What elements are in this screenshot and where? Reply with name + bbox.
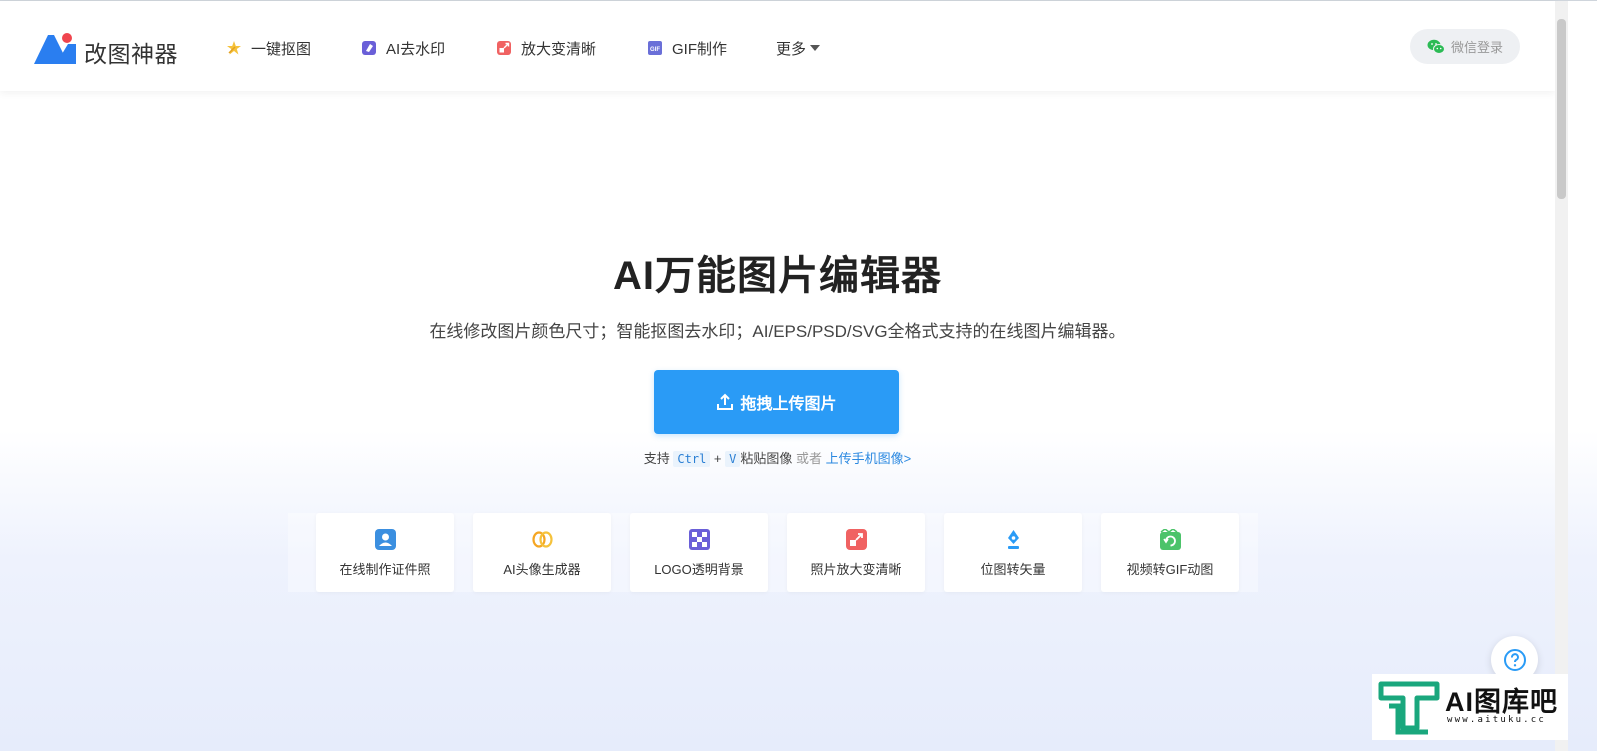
ctrl-key: Ctrl — [673, 451, 711, 467]
nav-label: 一键抠图 — [251, 40, 312, 58]
nav-label: AI去水印 — [386, 40, 446, 58]
brand-logo-icon[interactable] — [34, 31, 78, 65]
avatar-swap-icon — [532, 531, 553, 548]
tool-label: 位图转矢量 — [980, 562, 1046, 577]
tool-bitmap-to-vector[interactable]: 位图转矢量 — [944, 513, 1082, 592]
upload-label: 拖拽上传图片 — [740, 396, 837, 413]
tool-logo-transparent[interactable]: LOGO透明背景 — [630, 513, 768, 592]
checkerboard-icon — [689, 529, 710, 550]
tool-label: AI头像生成器 — [503, 562, 581, 577]
upload-mobile-link[interactable]: 上传手机图像> — [826, 451, 912, 466]
upload-icon — [717, 393, 734, 410]
watermark-logo-icon — [1378, 681, 1440, 735]
tool-ai-avatar[interactable]: AI头像生成器 — [473, 513, 611, 592]
nav-upscale[interactable]: 放大变清晰 — [496, 37, 596, 59]
site-watermark: AI图库吧 www.aituku.cc — [1372, 674, 1568, 740]
enlarge-icon — [497, 41, 511, 55]
nav-one-click-cutout[interactable]: 一键抠图 — [226, 37, 311, 59]
tool-label: LOGO透明背景 — [654, 562, 744, 577]
nav-gif-maker[interactable]: GIF GIF制作 — [647, 37, 727, 59]
tool-video-to-gif[interactable]: 视频转GIF动图 — [1101, 513, 1239, 592]
video-gif-icon — [1160, 529, 1181, 550]
chevron-down-icon — [810, 45, 821, 51]
tool-label: 照片放大变清晰 — [810, 562, 902, 577]
v-key: V — [725, 451, 741, 467]
gif-icon: GIF — [648, 41, 662, 55]
eraser-icon — [362, 41, 376, 55]
nav-label: 更多 — [776, 40, 807, 58]
brand-name[interactable]: 改图神器 — [84, 35, 178, 69]
drag-upload-button[interactable]: 拖拽上传图片 — [654, 370, 899, 434]
enlarge-icon — [846, 529, 867, 550]
svg-text:GIF: GIF — [650, 47, 660, 53]
tool-label: 在线制作证件照 — [339, 562, 431, 577]
or-text: 或者 — [796, 451, 823, 466]
tool-photo-upscale[interactable]: 照片放大变清晰 — [787, 513, 925, 592]
wechat-login-button[interactable]: 微信登录 — [1410, 29, 1520, 64]
watermark-title: AI图库吧 — [1445, 687, 1558, 717]
site-header: 改图神器 一键抠图 AI去水印 放大变清晰 GIF GIF制作 更多 微信登录 — [0, 1, 1555, 91]
watermark-url: www.aituku.cc — [1447, 715, 1547, 725]
vertical-scrollbar[interactable] — [1555, 1, 1568, 751]
tool-label: 视频转GIF动图 — [1126, 562, 1214, 577]
wechat-icon — [1427, 39, 1445, 54]
id-photo-icon — [375, 529, 396, 550]
login-label: 微信登录 — [1450, 40, 1503, 55]
nav-more[interactable]: 更多 — [776, 37, 821, 59]
question-icon — [1503, 648, 1526, 671]
plus-sign: + — [713, 451, 722, 466]
paste-text: 粘贴图像 — [740, 451, 793, 466]
tool-id-photo[interactable]: 在线制作证件照 — [316, 513, 454, 592]
paste-hint: 支持 Ctrl + V 粘贴图像 或者 上传手机图像> — [0, 448, 1555, 467]
hero-title: AI万能图片编辑器 — [613, 254, 942, 298]
hero-subtitle: 在线修改图片颜色尺寸；智能抠图去水印；AI/EPS/PSD/SVG全格式支持的在… — [429, 322, 1126, 341]
nav-label: 放大变清晰 — [521, 40, 597, 58]
paste-hint-prefix: 支持 — [643, 451, 670, 466]
nav-ai-watermark-removal[interactable]: AI去水印 — [361, 37, 445, 59]
nav-label: GIF制作 — [672, 40, 727, 58]
scrollbar-thumb[interactable] — [1557, 19, 1566, 199]
magic-wand-icon — [227, 41, 241, 55]
pen-nib-icon — [1008, 530, 1019, 549]
